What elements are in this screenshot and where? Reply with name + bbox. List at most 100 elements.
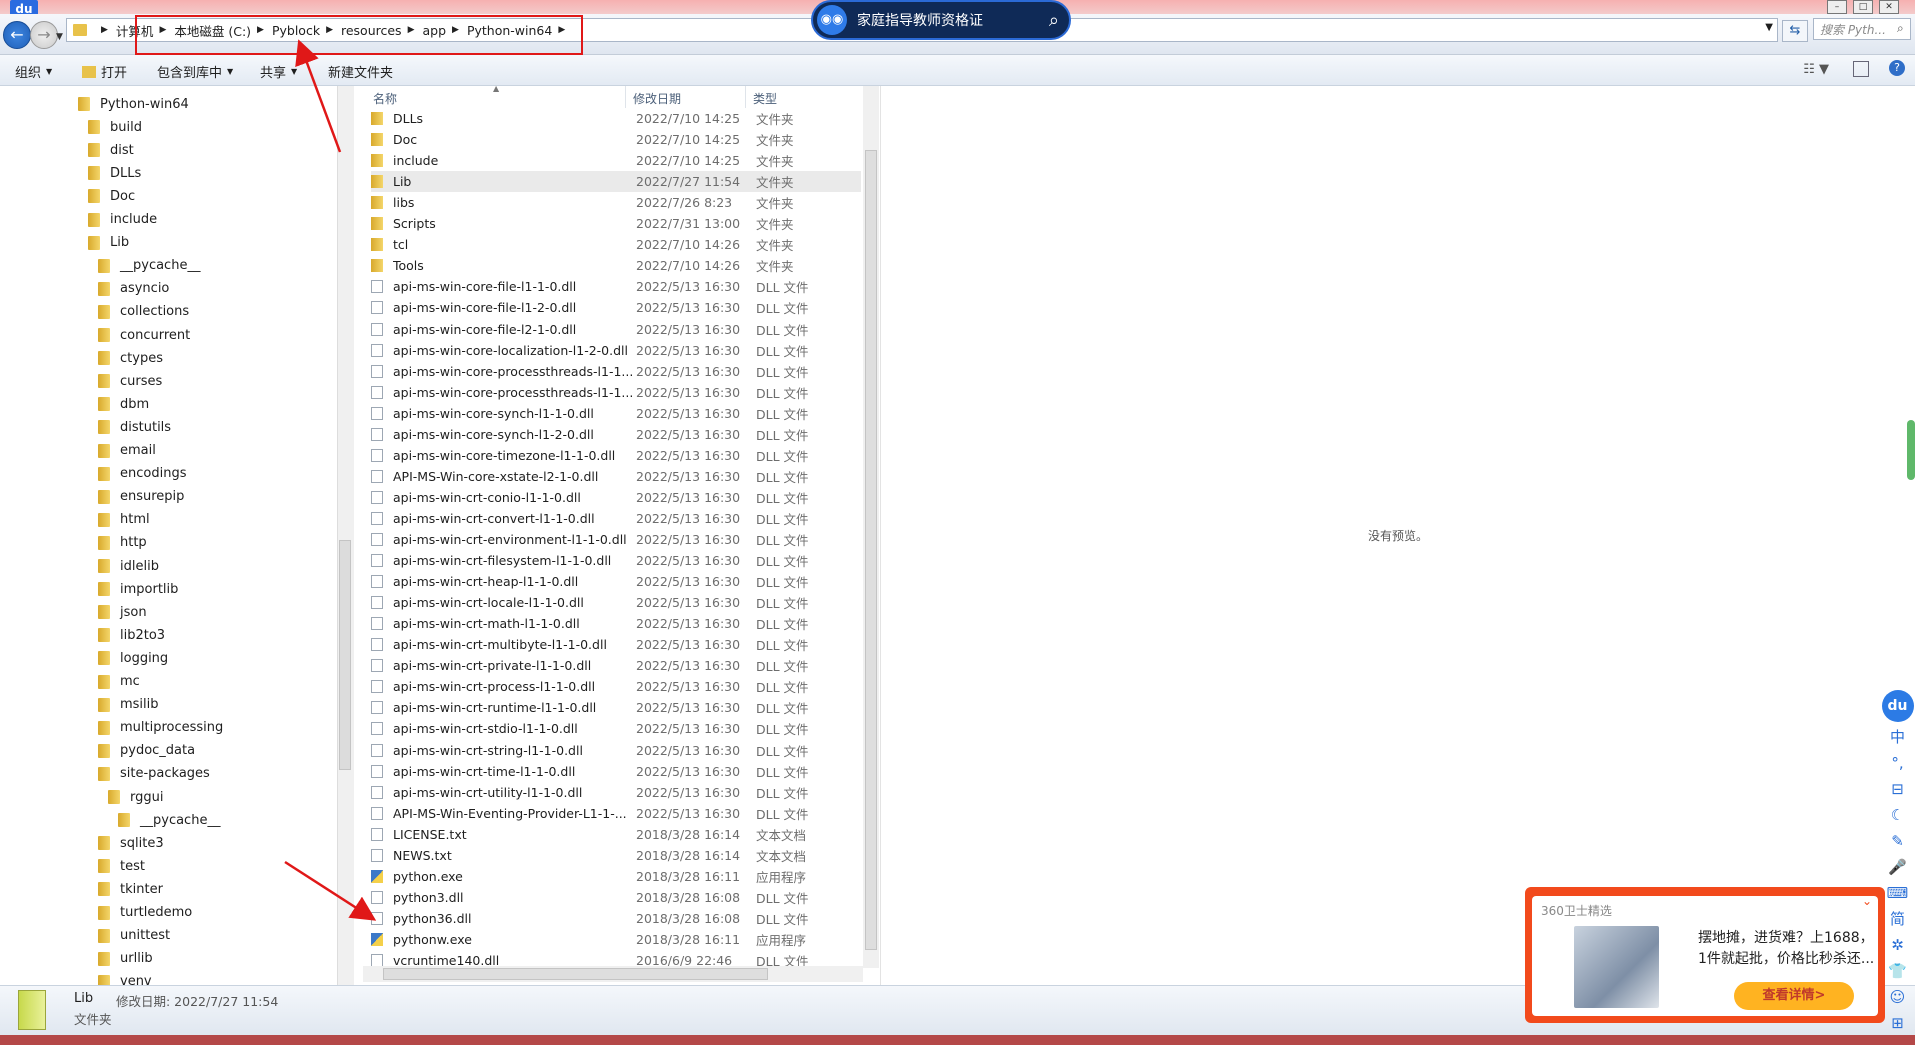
tree-item[interactable]: ctypes xyxy=(98,347,163,369)
file-row[interactable]: api-ms-win-crt-process-l1-1-0.dll 2022/5/… xyxy=(371,676,861,697)
tree-item[interactable]: curses xyxy=(98,370,162,392)
refresh-icon[interactable]: ⇆ xyxy=(1782,20,1808,42)
tree-item[interactable]: rggui xyxy=(108,786,163,808)
tree-item[interactable]: email xyxy=(98,440,156,462)
tree-item[interactable]: multiprocessing xyxy=(98,717,223,739)
file-row[interactable]: api-ms-win-crt-conio-l1-1-0.dll 2022/5/13… xyxy=(371,487,861,508)
file-row[interactable]: python.exe 2018/3/28 16:11 应用程序 xyxy=(371,866,861,887)
history-dropdown-icon[interactable]: ▼ xyxy=(56,32,63,42)
tree-item[interactable]: importlib xyxy=(98,578,178,600)
file-row[interactable]: vcruntime140.dll 2016/6/9 22:46 DLL 文件 xyxy=(371,950,861,966)
tree-item[interactable]: mc xyxy=(98,671,140,693)
file-row[interactable]: api-ms-win-crt-environment-l1-1-0.dll 202… xyxy=(371,529,861,550)
file-row[interactable]: pythonw.exe 2018/3/28 16:11 应用程序 xyxy=(371,929,861,950)
tree-item[interactable]: site-packages xyxy=(98,763,210,785)
tree-item[interactable]: include xyxy=(88,209,157,231)
file-row[interactable]: python3.dll 2018/3/28 16:08 DLL 文件 xyxy=(371,887,861,908)
file-row[interactable]: api-ms-win-crt-heap-l1-1-0.dll 2022/5/13 … xyxy=(371,571,861,592)
preview-pane-icon[interactable] xyxy=(1853,61,1869,77)
file-row[interactable]: LICENSE.txt 2018/3/28 16:14 文本文档 xyxy=(371,824,861,845)
tree-item[interactable]: turtledemo xyxy=(98,902,192,924)
sidebar-tool-icon[interactable]: ✲ xyxy=(1891,934,1904,956)
tree-item[interactable]: logging xyxy=(98,647,168,669)
forward-arrow-icon[interactable]: → xyxy=(30,21,58,49)
tree-item[interactable]: pydoc_data xyxy=(98,740,195,762)
column-divider[interactable] xyxy=(625,86,626,108)
tree-item[interactable]: http xyxy=(98,532,147,554)
file-row[interactable]: api-ms-win-core-synch-l1-1-0.dll 2022/5/1… xyxy=(371,403,861,424)
sidebar-tool-icon[interactable]: ✎ xyxy=(1891,830,1904,852)
search-icon[interactable]: ⌕ xyxy=(1049,10,1059,31)
new-folder-button[interactable]: 新建文件夹 xyxy=(328,62,393,81)
file-row[interactable]: api-ms-win-core-localization-l1-2-0.dll 2… xyxy=(371,340,861,361)
open-button[interactable]: 打开 xyxy=(82,62,127,81)
close-button[interactable]: ✕ xyxy=(1879,0,1899,14)
list-vertical-scrollbar-thumb[interactable] xyxy=(865,150,877,950)
list-horizontal-scrollbar-thumb[interactable] xyxy=(383,968,768,980)
file-row[interactable]: API-MS-Win-Eventing-Provider-L1-1-... 202… xyxy=(371,803,861,824)
tree-item[interactable]: venv xyxy=(98,971,152,985)
tree-item[interactable]: dist xyxy=(88,139,134,161)
sidebar-tool-icon[interactable]: ⌨ xyxy=(1887,882,1909,904)
column-header-name[interactable]: 名称 xyxy=(373,90,397,107)
organize-menu[interactable]: 组织 ▼ xyxy=(15,62,52,81)
tree-item[interactable]: lib2to3 xyxy=(98,624,165,646)
tree-item[interactable]: concurrent xyxy=(98,324,190,346)
sidebar-tool-icon[interactable]: ☺ xyxy=(1890,986,1906,1008)
file-row[interactable]: Doc 2022/7/10 14:25 文件夹 xyxy=(371,129,861,150)
file-row[interactable]: api-ms-win-crt-string-l1-1-0.dll 2022/5/1… xyxy=(371,740,861,761)
tree-item[interactable]: DLLs xyxy=(88,162,141,184)
file-row[interactable]: API-MS-Win-core-xstate-l2-1-0.dll 2022/5/… xyxy=(371,466,861,487)
tree-item[interactable]: tkinter xyxy=(98,878,163,900)
tree-item[interactable]: distutils xyxy=(98,416,171,438)
tree-scrollbar-thumb[interactable] xyxy=(339,540,351,770)
sidebar-tool-icon[interactable]: 简 xyxy=(1890,908,1905,930)
sidebar-tool-icon[interactable]: 🎤 xyxy=(1888,856,1907,878)
file-row[interactable]: libs 2022/7/26 8:23 文件夹 xyxy=(371,192,861,213)
chevron-right-icon[interactable]: ▶ xyxy=(101,25,108,35)
file-row[interactable]: Tools 2022/7/10 14:26 文件夹 xyxy=(371,255,861,276)
search-icon[interactable]: ⌕ xyxy=(1897,21,1904,36)
tree-item[interactable]: idlelib xyxy=(98,555,159,577)
share-menu[interactable]: 共享 ▼ xyxy=(260,62,297,81)
sidebar-tool-icon[interactable]: 👕 xyxy=(1888,960,1907,982)
tree-item[interactable]: Doc xyxy=(88,185,135,207)
tree-item[interactable]: __pycache__ xyxy=(98,255,200,277)
minimize-button[interactable]: – xyxy=(1827,0,1847,14)
file-row[interactable]: api-ms-win-crt-locale-l1-1-0.dll 2022/5/1… xyxy=(371,592,861,613)
file-row[interactable]: DLLs 2022/7/10 14:25 文件夹 xyxy=(371,108,861,129)
sidebar-tool-icon[interactable]: 中 xyxy=(1890,726,1905,748)
help-icon[interactable]: ? xyxy=(1889,60,1905,76)
edge-handle[interactable] xyxy=(1907,420,1915,480)
address-dropdown-icon[interactable]: ▼ xyxy=(1765,22,1773,33)
file-row[interactable]: include 2022/7/10 14:25 文件夹 xyxy=(371,150,861,171)
tree-scrollbar[interactable] xyxy=(337,86,354,985)
column-divider[interactable] xyxy=(745,86,746,108)
file-row[interactable]: api-ms-win-crt-filesystem-l1-1-0.dll 2022… xyxy=(371,550,861,571)
sidebar-tool-icon[interactable]: ⊟ xyxy=(1891,778,1904,800)
file-row[interactable]: api-ms-win-crt-math-l1-1-0.dll 2022/5/13 … xyxy=(371,613,861,634)
file-row[interactable]: tcl 2022/7/10 14:26 文件夹 xyxy=(371,234,861,255)
tree-item[interactable]: __pycache__ xyxy=(118,809,220,831)
back-arrow-icon[interactable]: ← xyxy=(3,21,31,49)
tree-item[interactable]: urllib xyxy=(98,948,153,970)
file-row[interactable]: api-ms-win-core-synch-l1-2-0.dll 2022/5/1… xyxy=(371,424,861,445)
file-row[interactable]: api-ms-win-crt-runtime-l1-1-0.dll 2022/5/… xyxy=(371,697,861,718)
ad-details-button[interactable]: 查看详情> xyxy=(1734,982,1854,1010)
tree-item[interactable]: build xyxy=(88,116,142,138)
tree-item[interactable]: html xyxy=(98,509,150,531)
file-row[interactable]: api-ms-win-crt-multibyte-l1-1-0.dll 2022/… xyxy=(371,634,861,655)
file-row[interactable]: python36.dll 2018/3/28 16:08 DLL 文件 xyxy=(371,908,861,929)
du-assistant-icon[interactable]: du xyxy=(1881,690,1914,722)
tree-item[interactable]: sqlite3 xyxy=(98,832,164,854)
file-row[interactable]: api-ms-win-crt-convert-l1-1-0.dll 2022/5/… xyxy=(371,508,861,529)
file-row[interactable]: api-ms-win-crt-utility-l1-1-0.dll 2022/5/… xyxy=(371,782,861,803)
tree-item[interactable]: collections xyxy=(98,301,189,323)
tree-item[interactable]: Lib xyxy=(88,232,129,254)
file-row[interactable]: api-ms-win-core-processthreads-l1-1... 20… xyxy=(371,382,861,403)
column-header-type[interactable]: 类型 xyxy=(753,90,777,107)
tree-item[interactable]: encodings xyxy=(98,463,186,485)
tree-item[interactable]: msilib xyxy=(98,694,159,716)
collapse-icon[interactable]: ⌄ xyxy=(1862,894,1872,908)
file-row[interactable]: api-ms-win-core-file-l1-1-0.dll 2022/5/13… xyxy=(371,276,861,297)
